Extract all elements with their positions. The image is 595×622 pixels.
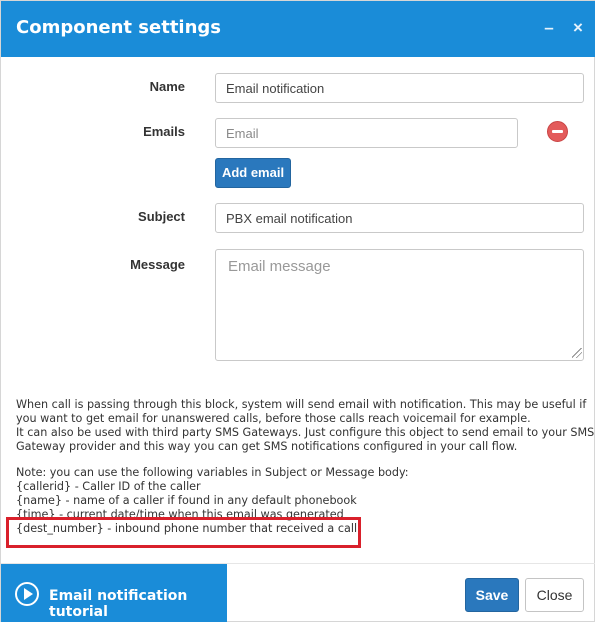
subject-label: Subject <box>138 209 185 224</box>
name-field[interactable] <box>215 73 584 103</box>
email-field[interactable] <box>215 118 518 148</box>
minimize-icon[interactable]: – <box>540 19 558 37</box>
description-text: When call is passing through this block,… <box>16 398 595 454</box>
name-label: Name <box>149 79 185 94</box>
close-icon[interactable]: × <box>569 19 587 37</box>
tutorial-button[interactable]: Email notification tutorial <box>1 564 227 622</box>
description-line: Gateway provider and this way you can ge… <box>16 440 518 453</box>
note-line: {callerid} - Caller ID of the caller <box>16 480 201 493</box>
dialog-title: Component settings <box>16 17 222 38</box>
description-line: It can also be used with third party SMS… <box>16 426 595 439</box>
message-label: Message <box>130 257 185 272</box>
close-button[interactable]: Close <box>525 578 584 612</box>
tutorial-label: Email notification tutorial <box>49 588 188 620</box>
message-textarea[interactable] <box>215 249 584 361</box>
subject-field[interactable] <box>215 203 584 233</box>
resize-handle-icon[interactable] <box>572 348 582 358</box>
dialog-header: Component settings – × <box>1 1 595 57</box>
note-line: {name} - name of a caller if found in an… <box>16 494 357 507</box>
play-circle-icon <box>15 582 39 606</box>
emails-label: Emails <box>143 124 185 139</box>
description-line: you want to get email for unanswered cal… <box>16 412 531 425</box>
remove-email-button[interactable] <box>547 121 568 142</box>
note-line: Note: you can use the following variable… <box>16 466 409 479</box>
component-settings-dialog: Component settings – × Name Emails Add e… <box>0 0 595 622</box>
add-email-button[interactable]: Add email <box>215 158 291 188</box>
save-button[interactable]: Save <box>465 578 519 612</box>
highlight-box <box>6 517 361 548</box>
description-line: When call is passing through this block,… <box>16 398 587 411</box>
